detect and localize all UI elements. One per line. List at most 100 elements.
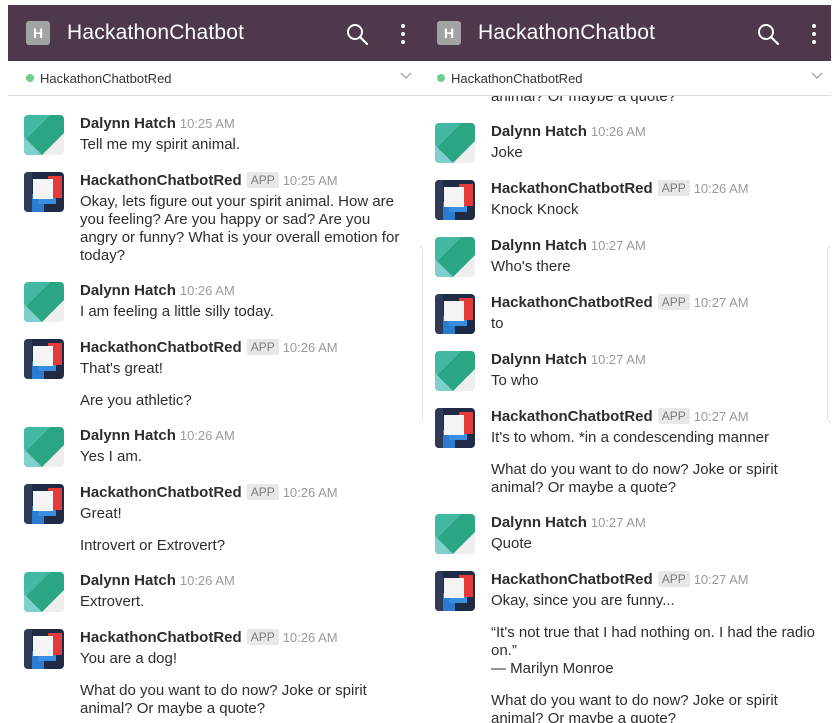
message-author[interactable]: Dalynn Hatch [80, 282, 176, 299]
message-author[interactable]: HackathonChatbotRed [80, 339, 242, 356]
message-time: 10:26 AM [282, 630, 338, 645]
message-body: Okay, lets figure out your spirit animal… [80, 193, 410, 265]
message-author[interactable]: HackathonChatbotRed [491, 294, 653, 311]
workspace-avatar[interactable]: H [437, 21, 461, 45]
message-author[interactable]: Dalynn Hatch [491, 123, 587, 140]
message-author[interactable]: Dalynn Hatch [491, 237, 587, 254]
user-avatar[interactable] [435, 351, 475, 391]
message-body: Knock Knock [491, 201, 821, 219]
app-badge: APP [246, 172, 279, 188]
channel-bar[interactable]: HackathonChatbotRed [8, 61, 420, 96]
message-header: HackathonChatbotRed APP 10:27 AM [491, 408, 749, 426]
message-author[interactable]: HackathonChatbotRed [80, 172, 242, 189]
user-avatar[interactable] [435, 123, 475, 163]
user-avatar[interactable] [435, 237, 475, 277]
more-vert-icon[interactable] [811, 23, 817, 45]
channel-bar[interactable]: HackathonChatbotRed [419, 61, 831, 96]
user-avatar[interactable] [24, 115, 64, 155]
channel-name: HackathonChatbotRed [451, 71, 583, 86]
app-badge: APP [246, 339, 279, 355]
message-text: Tell me my spirit animal. [80, 136, 241, 153]
message-author[interactable]: HackathonChatbotRed [80, 629, 242, 646]
message-body: Joke [491, 144, 821, 162]
bot-avatar[interactable] [24, 629, 64, 669]
message-header: HackathonChatbotRed APP 10:26 AM [80, 629, 338, 647]
message-text: Okay, lets figure out your spirit animal… [80, 193, 400, 264]
chevron-down-icon[interactable] [811, 72, 823, 80]
message-header: Dalynn Hatch 10:26 AM [491, 123, 646, 141]
app-title: HackathonChatbot [478, 21, 656, 44]
message-time: 10:27 AM [590, 352, 646, 367]
message-body: Quote [491, 535, 821, 553]
message-author[interactable]: HackathonChatbotRed [80, 484, 242, 501]
channel-name: HackathonChatbotRed [40, 71, 172, 86]
chat-pane-left: H HackathonChatbot HackathonChatbotRed D… [8, 0, 420, 723]
message-time: 10:26 AM [282, 340, 338, 355]
message-author[interactable]: HackathonChatbotRed [491, 180, 653, 197]
message-feed: Dalynn Hatch 10:25 AM Tell me my spirit an… [8, 96, 420, 723]
message-time: 10:26 AM [179, 428, 235, 443]
user-avatar[interactable] [24, 282, 64, 322]
bot-avatar[interactable] [435, 408, 475, 448]
message-body: It's to whom. *in a condescending manner… [491, 429, 821, 497]
message-time: 10:27 AM [693, 572, 749, 587]
scroll-edge [827, 246, 831, 423]
message-text: “It's not true that I had nothing on. I … [491, 624, 815, 677]
message-header: HackathonChatbotRed APP 10:25 AM [80, 172, 338, 190]
user-avatar[interactable] [24, 572, 64, 612]
search-icon[interactable] [346, 23, 368, 45]
message-time: 10:27 AM [693, 295, 749, 310]
more-vert-icon[interactable] [400, 23, 406, 45]
message-feed: animal? Or maybe a quote? Dalynn Hatch 10… [419, 96, 831, 723]
message-author[interactable]: Dalynn Hatch [80, 427, 176, 444]
message-time: 10:26 AM [693, 181, 749, 196]
workspace-avatar[interactable]: H [26, 21, 50, 45]
bot-avatar[interactable] [435, 294, 475, 334]
message-text: Are you athletic? [80, 392, 192, 409]
app-badge: APP [657, 571, 690, 587]
message-body: Great! Introvert or Extrovert? [80, 505, 410, 555]
bot-avatar[interactable] [24, 172, 64, 212]
message-body: You are a dog! What do you want to do now… [80, 650, 410, 718]
message-header: Dalynn Hatch 10:26 AM [80, 427, 235, 445]
message-header: Dalynn Hatch 10:26 AM [80, 282, 235, 300]
bot-avatar[interactable] [435, 571, 475, 611]
message-header: Dalynn Hatch 10:27 AM [491, 237, 646, 255]
chevron-down-icon[interactable] [400, 72, 412, 80]
message-time: 10:27 AM [693, 409, 749, 424]
message-time: 10:25 AM [179, 116, 235, 131]
message-author[interactable]: Dalynn Hatch [491, 514, 587, 531]
message-time: 10:26 AM [179, 283, 235, 298]
message-header: Dalynn Hatch 10:27 AM [491, 514, 646, 532]
message-text: What do you want to do now? Joke or spir… [491, 461, 778, 496]
message-header: HackathonChatbotRed APP 10:27 AM [491, 294, 749, 312]
message-body: Tell me my spirit animal. [80, 136, 410, 154]
message-author[interactable]: Dalynn Hatch [80, 115, 176, 132]
message-author[interactable]: HackathonChatbotRed [491, 408, 653, 425]
message-time: 10:26 AM [590, 124, 646, 139]
app-badge: APP [657, 180, 690, 196]
message-author[interactable]: Dalynn Hatch [80, 572, 176, 589]
presence-dot [26, 74, 34, 82]
bot-avatar[interactable] [24, 484, 64, 524]
message-text: to [491, 315, 504, 332]
message-text: Who's there [491, 258, 571, 275]
search-icon[interactable] [757, 23, 779, 45]
bot-avatar[interactable] [435, 180, 475, 220]
user-avatar[interactable] [435, 514, 475, 554]
bot-avatar[interactable] [24, 339, 64, 379]
app-bar: H HackathonChatbot [419, 5, 831, 61]
message-text: Introvert or Extrovert? [80, 537, 226, 554]
message-text: Yes I am. [80, 448, 142, 465]
message-text: Great! [80, 505, 122, 522]
message-header: HackathonChatbotRed APP 10:26 AM [491, 180, 749, 198]
message-author[interactable]: HackathonChatbotRed [491, 571, 653, 588]
app-title: HackathonChatbot [67, 21, 245, 44]
message-body: I am feeling a little silly today. [80, 303, 410, 321]
message-header: HackathonChatbotRed APP 10:26 AM [80, 484, 338, 502]
message-text: You are a dog! [80, 650, 178, 667]
message-text: What do you want to do now? Joke or spir… [491, 692, 778, 723]
message-author[interactable]: Dalynn Hatch [491, 351, 587, 368]
message-time: 10:26 AM [179, 573, 235, 588]
user-avatar[interactable] [24, 427, 64, 467]
